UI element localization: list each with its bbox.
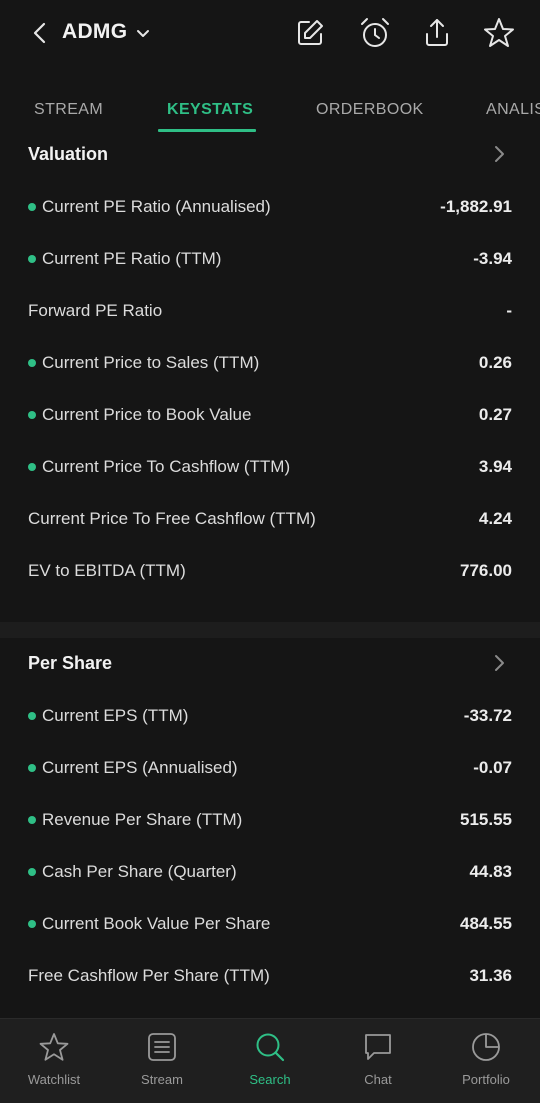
section-title: Per Share [28,653,113,673]
stat-row[interactable]: Current Price to Book Value 0.27 [0,389,540,441]
stat-row[interactable]: Current PE Ratio (Annualised) -1,882.91 [0,181,540,233]
nav-watchlist[interactable]: Watchlist [0,1019,108,1103]
indicator-dot [28,868,36,876]
stat-row[interactable]: EV to EBITDA (TTM) 776.00 [0,545,540,597]
stat-label: Current Book Value Per Share [42,914,271,933]
stat-row[interactable]: Current PE Ratio (TTM) -3.94 [0,233,540,285]
share-icon[interactable] [420,16,454,50]
stat-value: 515.55 [460,810,512,829]
indicator-dot [28,203,36,211]
nav-search[interactable]: Search [216,1019,324,1103]
back-icon[interactable] [26,18,54,48]
active-tab-indicator [158,129,256,132]
stat-label: EV to EBITDA (TTM) [28,561,186,580]
per-share-section: Per Share Current EPS (TTM) -33.72 Curre… [0,638,540,1018]
bottom-nav: Watchlist Stream Search Chat Portfolio [0,1018,540,1103]
stat-label: Forward PE Ratio [28,301,163,320]
indicator-dot [28,463,36,471]
search-icon [256,1033,285,1062]
stat-value: 0.27 [478,405,512,424]
section-divider [0,622,540,638]
stat-value: -0.07 [473,758,512,777]
stat-label: Current Price to Book Value [42,405,252,424]
tab-orderbook[interactable]: ORDERBOOK [316,101,424,119]
stat-row[interactable]: Revenue Per Share (TTM) 515.55 [0,794,540,846]
stat-value: 3.94 [478,457,512,476]
stat-label: Current PE Ratio (Annualised) [42,197,271,216]
valuation-section: Valuation Current PE Ratio (Annualised) … [0,134,540,622]
stat-value: - [506,301,512,320]
nav-stream[interactable]: Stream [108,1019,216,1103]
stat-row[interactable]: Forward PE Ratio - [0,285,540,337]
nav-portfolio[interactable]: Portfolio [432,1019,540,1103]
stat-label: Current EPS (Annualised) [42,758,238,777]
ticker-symbol[interactable]: ADMG [62,20,127,44]
star-icon[interactable] [482,16,516,50]
stat-value: 0.26 [478,353,512,372]
stat-label: Revenue Per Share (TTM) [42,810,243,829]
stat-row[interactable]: Cash Per Share (Quarter) 44.83 [0,846,540,898]
stat-value: 776.00 [460,561,512,580]
stat-value: -1,882.91 [440,197,512,216]
stat-row[interactable]: Current Price To Free Cashflow (TTM) 4.2… [0,493,540,545]
chevron-right-icon[interactable] [490,653,508,673]
nav-label: Portfolio [462,1072,510,1087]
stat-label: Current EPS (TTM) [42,706,189,725]
nav-label: Stream [141,1072,183,1087]
section-title: Valuation [28,144,109,164]
indicator-dot [28,359,36,367]
stat-label: Current Price To Free Cashflow (TTM) [28,509,316,528]
tab-analisis[interactable]: ANALIS [486,101,540,119]
stat-row[interactable]: Current Book Value Per Share 484.55 [0,898,540,950]
stat-value: -3.94 [473,249,512,268]
stat-label: Current Price To Cashflow (TTM) [42,457,291,476]
indicator-dot [28,816,36,824]
stat-label: Cash Per Share (Quarter) [42,862,237,881]
stat-row[interactable]: Current EPS (TTM) -33.72 [0,690,540,742]
pie-chart-icon [472,1033,500,1061]
stat-row[interactable]: Current Price to Sales (TTM) 0.26 [0,337,540,389]
stat-value: 31.36 [469,966,512,985]
nav-label: Chat [364,1072,392,1087]
app-header: ADMG [0,0,540,68]
chevron-right-icon[interactable] [490,144,508,164]
stat-label: Current Price to Sales (TTM) [42,353,260,372]
nav-label: Watchlist [27,1072,81,1087]
nav-chat[interactable]: Chat [324,1019,432,1103]
stat-row[interactable]: Free Cashflow Per Share (TTM) 31.36 [0,950,540,1002]
nav-label: Search [249,1072,291,1087]
alarm-icon[interactable] [358,16,392,50]
tab-keystats[interactable]: KEYSTATS [167,101,253,119]
indicator-dot [28,712,36,720]
chat-icon [365,1034,391,1060]
stream-icon [148,1033,176,1061]
stat-label: Free Cashflow Per Share (TTM) [28,966,270,985]
stat-value: 484.55 [460,914,512,933]
stat-row[interactable]: Current EPS (Annualised) -0.07 [0,742,540,794]
stat-value: -33.72 [463,706,512,725]
stat-label: Current PE Ratio (TTM) [42,249,222,268]
indicator-dot [28,255,36,263]
stat-row[interactable]: Current Price To Cashflow (TTM) 3.94 [0,441,540,493]
edit-icon[interactable] [293,16,327,50]
star-icon [39,1033,69,1061]
chevron-down-icon[interactable] [134,24,152,42]
indicator-dot [28,764,36,772]
tab-stream[interactable]: STREAM [34,101,103,119]
tab-bar: STREAM KEYSTATS ORDERBOOK ANALIS [0,88,540,134]
indicator-dot [28,920,36,928]
indicator-dot [28,411,36,419]
stat-value: 4.24 [478,509,512,528]
stat-value: 44.83 [469,862,512,881]
